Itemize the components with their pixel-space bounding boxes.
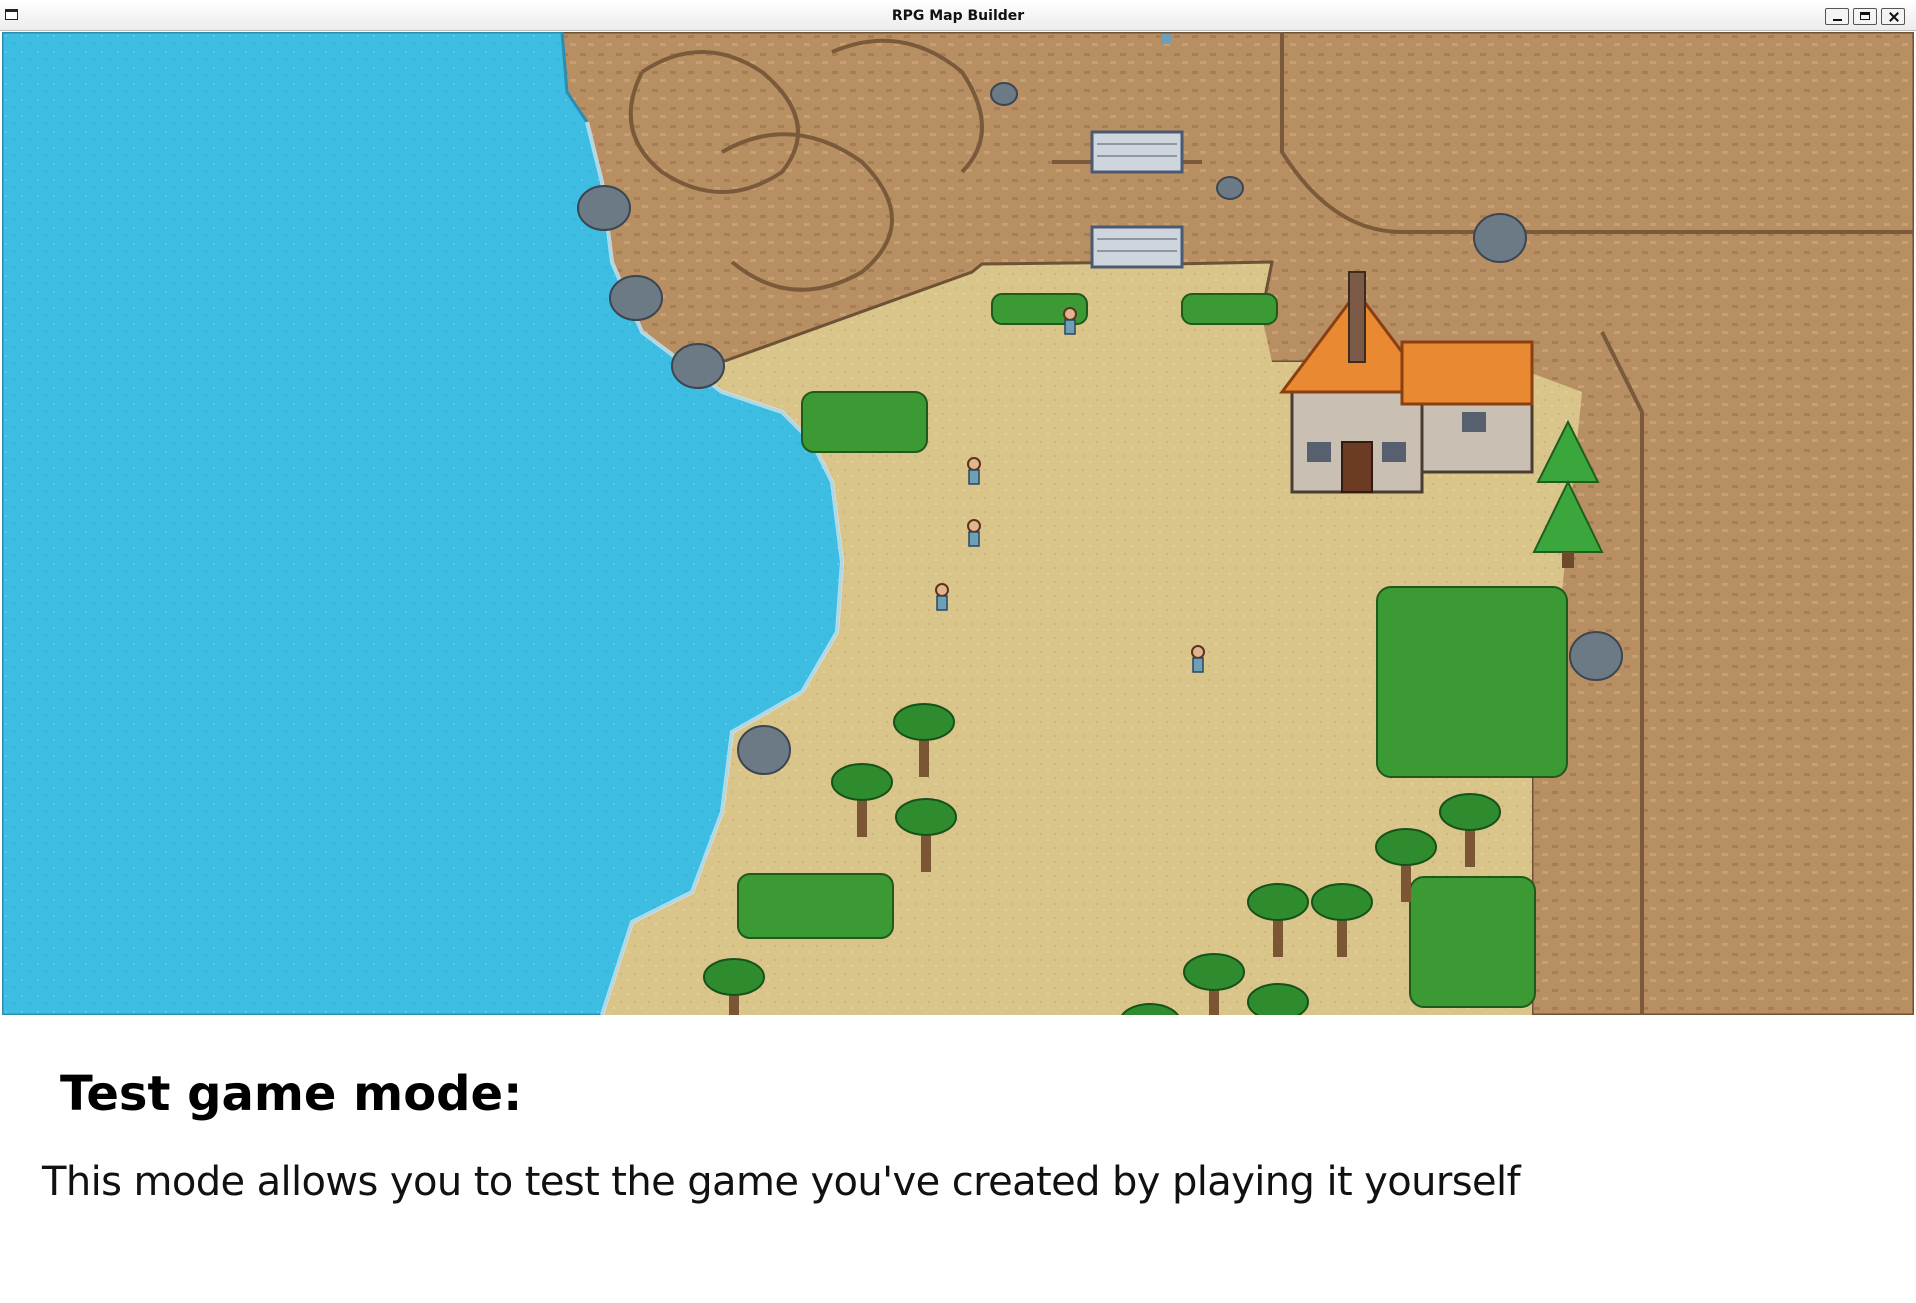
villager xyxy=(967,519,981,547)
villager xyxy=(935,583,949,611)
villager xyxy=(1191,645,1205,673)
villager xyxy=(967,457,981,485)
villager xyxy=(1063,307,1077,335)
window-titlebar[interactable]: RPG Map Builder xyxy=(0,0,1916,31)
villager xyxy=(1161,34,1171,44)
game-map-viewport[interactable] xyxy=(2,32,1914,1015)
mode-heading: Test game mode: xyxy=(60,1066,523,1122)
minimize-button[interactable] xyxy=(1825,8,1849,25)
window-title: RPG Map Builder xyxy=(891,8,1025,24)
maximize-button[interactable] xyxy=(1853,8,1877,25)
close-button[interactable] xyxy=(1881,8,1905,25)
mode-description: This mode allows you to test the game yo… xyxy=(42,1159,1521,1205)
